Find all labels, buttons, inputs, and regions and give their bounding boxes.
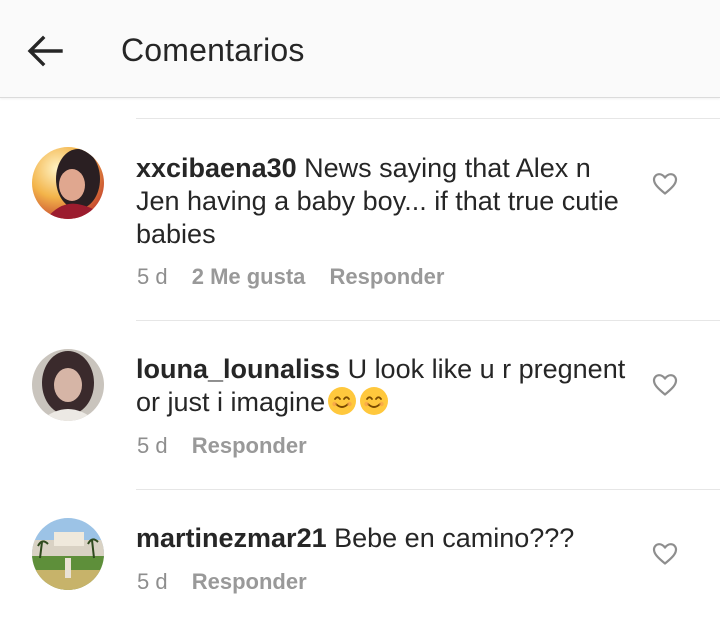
comment-time: 5 d (137, 569, 168, 594)
comment-meta: 5 d Responder (137, 569, 325, 595)
smiling-face-emoji-icon (360, 387, 389, 415)
comment-message: Bebe en camino??? (334, 523, 575, 553)
comment-username[interactable]: louna_lounaliss (136, 354, 340, 384)
heart-outline-icon[interactable] (652, 172, 678, 196)
smiling-face-emoji-icon (328, 387, 357, 415)
divider (136, 489, 720, 490)
comment-meta: 5 d 2 Me gusta Responder (137, 264, 462, 290)
comment-meta: 5 d Responder (137, 433, 325, 459)
reply-button[interactable]: Responder (192, 433, 307, 458)
comment-username[interactable]: martinezmar21 (136, 523, 327, 553)
heart-outline-icon[interactable] (652, 373, 678, 397)
avatar[interactable] (32, 518, 104, 590)
back-button[interactable] (22, 28, 68, 74)
comment-time: 5 d (137, 433, 168, 458)
reply-button[interactable]: Responder (330, 264, 445, 289)
comment-text: louna_lounaliss U look like u r pregnent… (136, 353, 631, 419)
page-title: Comentarios (121, 32, 305, 68)
divider (136, 320, 720, 321)
avatar[interactable] (32, 147, 104, 219)
reply-button[interactable]: Responder (192, 569, 307, 594)
arrow-left-icon (27, 35, 63, 67)
header-bar: Comentarios (0, 0, 720, 98)
divider (136, 118, 720, 119)
likes-count[interactable]: 2 Me gusta (192, 264, 306, 289)
comment-text: xxcibaena30 News saying that Alex n Jen … (136, 152, 631, 251)
comment-username[interactable]: xxcibaena30 (136, 153, 297, 183)
heart-outline-icon[interactable] (652, 542, 678, 566)
comment-time: 5 d (137, 264, 168, 289)
avatar[interactable] (32, 349, 104, 421)
comment-text: martinezmar21 Bebe en camino??? (136, 522, 631, 555)
